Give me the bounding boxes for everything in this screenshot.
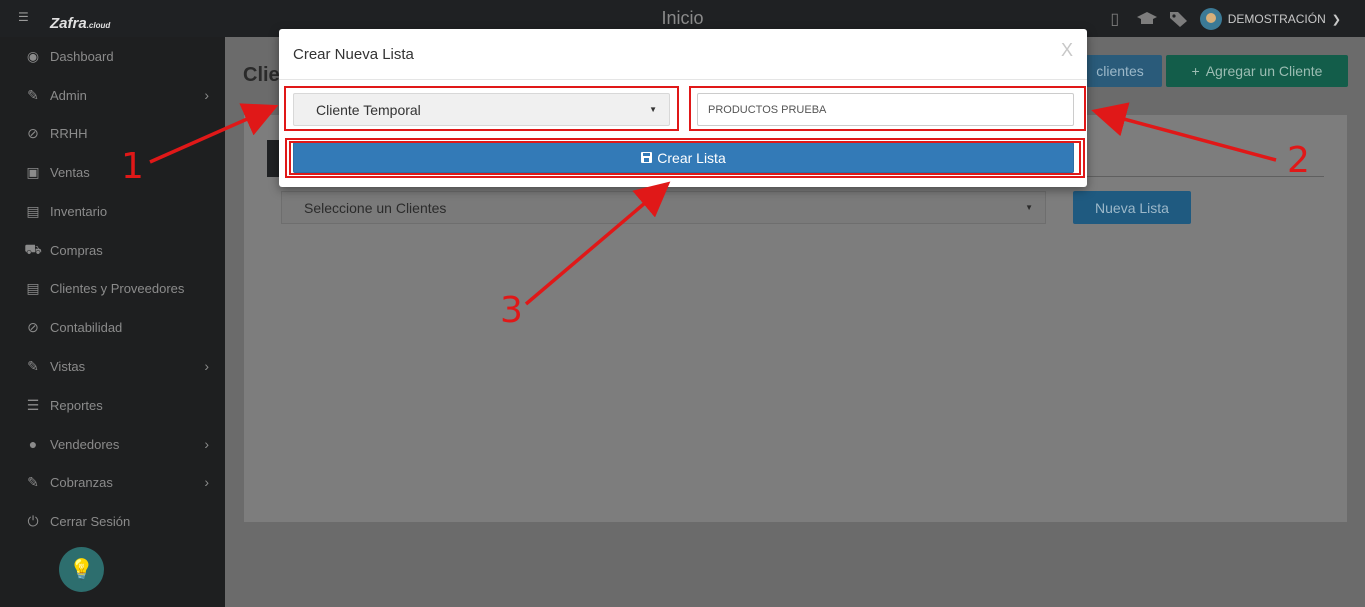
annotation-label-3: 3 <box>500 290 523 331</box>
arrow-1 <box>149 103 279 164</box>
annotation-arrows <box>149 102 1277 306</box>
arrow-2 <box>1091 102 1277 162</box>
annotation-label-2: 2 <box>1287 140 1310 181</box>
annotation-label-1: 1 <box>121 146 144 187</box>
arrow-3 <box>524 181 671 306</box>
